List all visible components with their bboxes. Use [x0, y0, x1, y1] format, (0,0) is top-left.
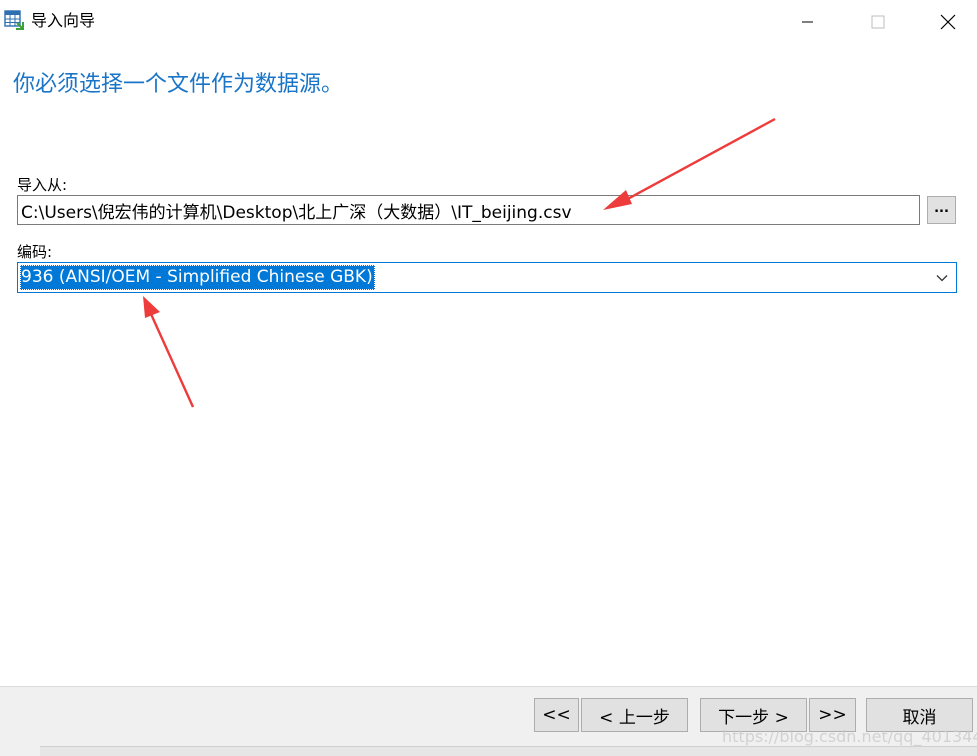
- encoding-select[interactable]: 936 (ANSI/OEM - Simplified Chinese GBK): [17, 262, 957, 293]
- first-step-button[interactable]: <<: [534, 698, 579, 732]
- encoding-selected-value: 936 (ANSI/OEM - Simplified Chinese GBK): [20, 265, 375, 290]
- import-wizard-window: 导入向导 你必须选择一个文件作为数据源。 导入从: ... 编码: 936 (A…: [0, 0, 977, 756]
- previous-step-button[interactable]: < 上一步: [581, 698, 688, 732]
- import-from-label: 导入从:: [17, 176, 68, 194]
- table-import-icon: [4, 10, 24, 30]
- maximize-icon: [871, 15, 885, 29]
- annotation-arrows: [143, 117, 776, 408]
- title-bar[interactable]: 导入向导: [0, 0, 977, 44]
- page-heading: 你必须选择一个文件作为数据源。: [13, 72, 344, 97]
- maximize-button[interactable]: [855, 0, 901, 44]
- arrow-to-encoding: [143, 296, 195, 408]
- import-path-input[interactable]: [17, 195, 920, 225]
- minimize-button[interactable]: [785, 0, 831, 44]
- close-button[interactable]: [925, 0, 971, 44]
- status-strip: [40, 746, 977, 756]
- window-title: 导入向导: [31, 11, 96, 30]
- watermark-text: https://blog.csdn.net/qq_40134403: [722, 727, 977, 746]
- browse-button[interactable]: ...: [927, 196, 956, 224]
- close-icon: [940, 14, 956, 30]
- encoding-label: 编码:: [17, 243, 53, 261]
- minimize-icon: [802, 21, 813, 23]
- chevron-down-icon[interactable]: [936, 272, 948, 284]
